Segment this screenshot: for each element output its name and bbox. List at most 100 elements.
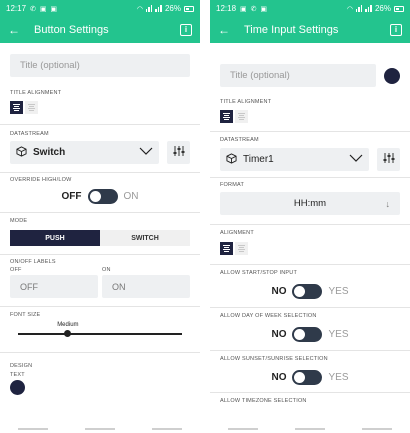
- system-nav-bar: [0, 425, 200, 433]
- on-label-input[interactable]: ON: [102, 275, 190, 298]
- title-alignment-group: [10, 101, 190, 114]
- datastream-settings-button[interactable]: [167, 141, 190, 164]
- cube-icon: [226, 152, 237, 167]
- title-alignment-label: TITLE ALIGNMENT: [10, 90, 62, 96]
- title-color-swatch[interactable]: [384, 67, 400, 84]
- slider-track: [18, 333, 182, 335]
- info-icon[interactable]: i: [180, 24, 192, 36]
- notification-icons: ✆ ▣ ▣: [30, 5, 59, 13]
- divider: [0, 124, 200, 125]
- align-center-button[interactable]: [25, 101, 38, 114]
- title-input[interactable]: Title (optional): [10, 54, 190, 77]
- signal-icon-2: [365, 5, 372, 12]
- allow-start-stop-label: ALLOW START/STOP INPUT: [220, 270, 298, 276]
- chevron-down-icon: [139, 147, 153, 158]
- align-left-button[interactable]: [220, 110, 233, 123]
- divider: [0, 306, 200, 307]
- on-label-caption: ON: [102, 267, 111, 273]
- wifi-icon: ◠: [346, 5, 353, 13]
- status-time: 12:17: [6, 4, 27, 13]
- signal-icon: [145, 5, 153, 12]
- override-switch-row: OFF ON: [10, 189, 190, 204]
- signal-icon-2: [155, 5, 162, 12]
- tune-icon: [173, 144, 185, 162]
- battery-icon: [184, 5, 194, 12]
- chevron-down-icon: [349, 154, 363, 165]
- override-on-label: ON: [123, 191, 139, 202]
- override-off-label: OFF: [61, 191, 82, 202]
- allow-day-of-week-label: ALLOW DAY OF WEEK SELECTION: [220, 313, 317, 319]
- status-time: 12:18: [216, 4, 237, 13]
- font-size-slider[interactable]: Medium: [10, 322, 190, 340]
- status-bar: 12:17 ✆ ▣ ▣ ◠ 26%: [0, 0, 200, 17]
- sunset-sunrise-no-label: NO: [271, 372, 287, 383]
- divider: [210, 224, 410, 225]
- arrow-down-icon: ↓: [385, 198, 391, 209]
- title-alignment-label: TITLE ALIGNMENT: [220, 99, 272, 105]
- slider-thumb[interactable]: [63, 330, 71, 337]
- start-stop-toggle[interactable]: [292, 284, 323, 299]
- mode-push-option[interactable]: PUSH: [10, 230, 100, 246]
- text-color-label: TEXT: [10, 372, 25, 378]
- day-of-week-yes-label: YES: [328, 329, 349, 340]
- align-center-button[interactable]: [235, 242, 248, 255]
- app-bar: ← Button Settings i: [0, 17, 200, 43]
- battery-percent: 26%: [164, 4, 181, 13]
- divider: [0, 352, 200, 353]
- format-select[interactable]: HH:mm ↓: [220, 192, 400, 215]
- app-bar: ← Time Input Settings i: [210, 17, 410, 43]
- format-value: HH:mm: [293, 198, 327, 209]
- battery-percent: 26%: [374, 4, 391, 13]
- divider: [0, 254, 200, 255]
- alignment-label: ALIGNMENT: [220, 230, 254, 236]
- override-toggle[interactable]: [87, 189, 118, 204]
- font-size-value: Medium: [57, 322, 79, 328]
- time-input-settings-screen: 12:18 ▣ ✆ ▣ ◠ 26% ← Time Input Settings …: [210, 0, 410, 433]
- datastream-value: Timer1: [243, 154, 274, 165]
- signal-icon: [355, 5, 363, 12]
- sunset-sunrise-toggle[interactable]: [292, 370, 323, 385]
- sunset-sunrise-switch-row: NO YES: [220, 370, 400, 385]
- tune-icon: [383, 151, 395, 169]
- page-title: Time Input Settings: [244, 24, 339, 36]
- start-stop-no-label: NO: [271, 286, 287, 297]
- alignment-group: [220, 242, 400, 255]
- divider: [210, 307, 410, 308]
- day-of-week-switch-row: NO YES: [220, 327, 400, 342]
- datastream-select[interactable]: Timer1: [220, 148, 369, 171]
- align-left-button[interactable]: [220, 242, 233, 255]
- day-of-week-toggle[interactable]: [292, 327, 323, 342]
- page-title: Button Settings: [34, 24, 109, 36]
- mode-switch-option[interactable]: SWITCH: [100, 230, 190, 246]
- info-icon[interactable]: i: [390, 24, 402, 36]
- datastream-settings-button[interactable]: [377, 148, 400, 171]
- status-bar: 12:18 ▣ ✆ ▣ ◠ 26%: [210, 0, 410, 17]
- datastream-value: Switch: [33, 147, 66, 158]
- divider: [0, 212, 200, 213]
- back-arrow-icon[interactable]: ←: [8, 23, 30, 37]
- button-settings-screen: 12:17 ✆ ▣ ▣ ◠ 26% ← Button Settings i Ti…: [0, 0, 200, 433]
- divider: [210, 131, 410, 132]
- datastream-select[interactable]: Switch: [10, 141, 159, 164]
- divider: [0, 172, 200, 173]
- divider: [210, 350, 410, 351]
- battery-icon: [394, 5, 404, 12]
- text-color-swatch[interactable]: [10, 380, 25, 395]
- design-label: DESIGN: [10, 363, 33, 369]
- start-stop-switch-row: NO YES: [220, 284, 400, 299]
- wifi-icon: ◠: [136, 5, 143, 13]
- divider: [210, 392, 410, 393]
- align-left-button[interactable]: [10, 101, 23, 114]
- onoff-labels-label: ON/OFF LABELS: [10, 259, 56, 265]
- start-stop-yes-label: YES: [328, 286, 349, 297]
- datastream-label: DATASTREAM: [220, 137, 259, 143]
- align-center-button[interactable]: [235, 110, 248, 123]
- title-input[interactable]: Title (optional): [220, 64, 376, 87]
- override-label: OVERRIDE HIGH/LOW: [10, 177, 72, 183]
- back-arrow-icon[interactable]: ←: [218, 23, 240, 37]
- system-nav-bar: [210, 425, 410, 433]
- font-size-label: FONT SIZE: [10, 312, 41, 318]
- mode-label: MODE: [10, 218, 28, 224]
- off-label-input[interactable]: OFF: [10, 275, 98, 298]
- divider: [210, 264, 410, 265]
